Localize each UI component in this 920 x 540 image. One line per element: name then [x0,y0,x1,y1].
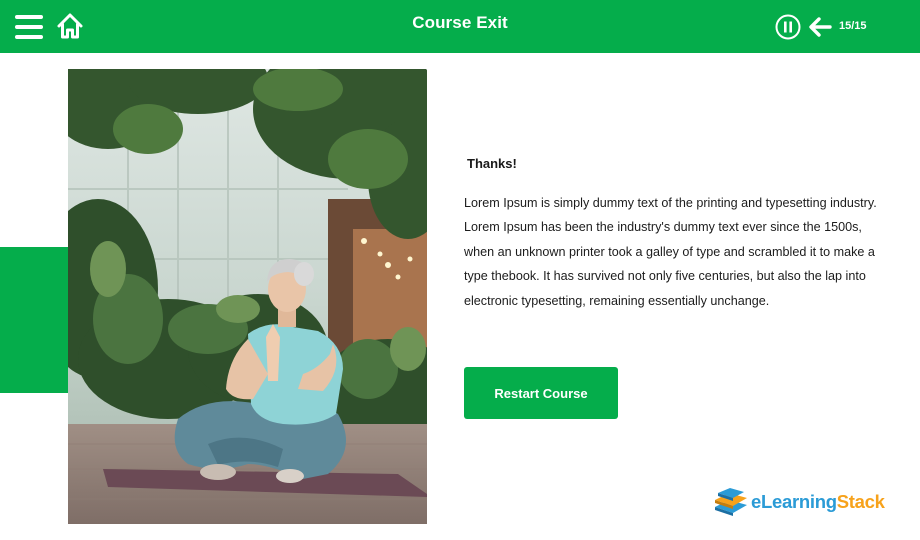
thanks-heading: Thanks! [467,156,517,171]
logo-text-stack: Stack [836,491,885,512]
book-stack-icon [715,488,747,516]
top-bar: Course Exit 15/15 [0,0,920,53]
arrow-left-icon[interactable] [808,17,832,37]
page-counter: 15/15 [839,20,867,32]
logo-text-elearning: eLearning [751,491,837,512]
restart-course-button[interactable]: Restart Course [464,367,618,419]
decorative-green-block [0,247,68,393]
body-text: Lorem Ipsum is simply dummy text of the … [464,196,877,308]
elearningstack-logo: eLearningStack [713,485,903,519]
pause-icon[interactable] [775,14,801,40]
yoga-woman-photo [68,69,427,524]
logo-text: eLearningStack [751,491,885,513]
